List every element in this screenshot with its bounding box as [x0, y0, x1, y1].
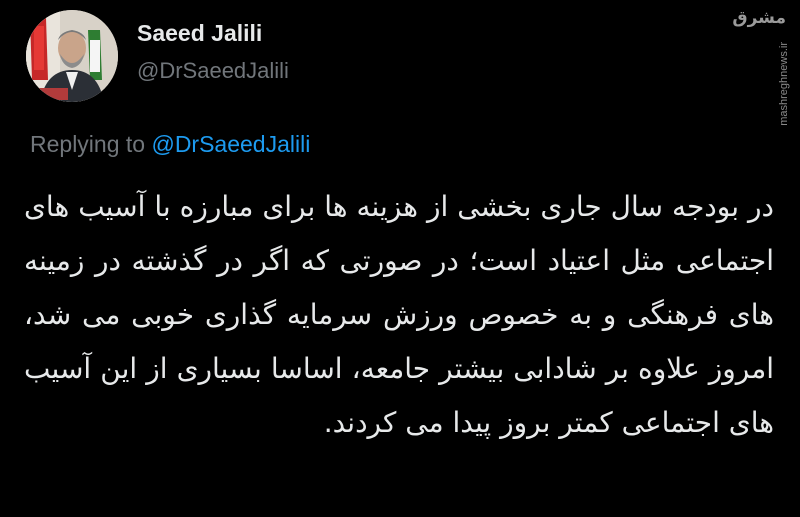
watermark: مشرق mashreghnews.ir	[732, 6, 792, 126]
reply-mention-link[interactable]: @DrSaeedJalili	[151, 131, 310, 157]
bottom-divider	[0, 509, 800, 517]
author-display-name[interactable]: Saeed Jalili	[137, 20, 262, 47]
tweet-text: در بودجه سال جاری بخشی از هزینه ها برای …	[24, 190, 774, 439]
mashregh-logo-icon: مشرق	[732, 8, 786, 28]
author-handle[interactable]: @DrSaeedJalili	[137, 58, 289, 84]
avatar-photo	[26, 10, 118, 102]
replying-to-line: Replying to @DrSaeedJalili	[30, 131, 310, 158]
watermark-site: mashreghnews.ir	[778, 42, 790, 126]
avatar[interactable]	[26, 10, 118, 102]
replying-to-label: Replying to	[30, 131, 146, 157]
